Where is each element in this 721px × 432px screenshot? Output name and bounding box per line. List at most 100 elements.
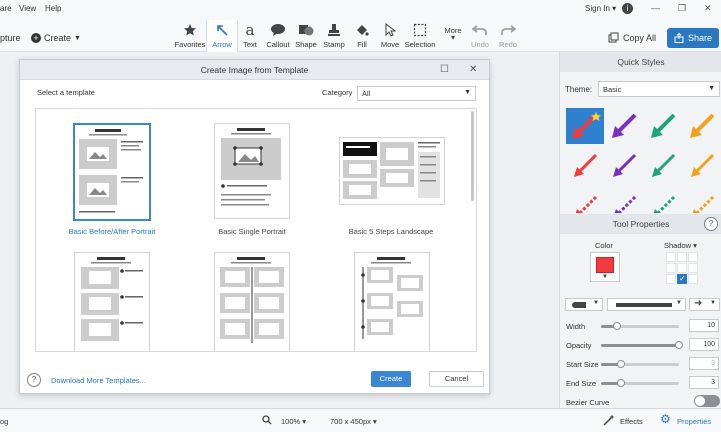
dialog-title: Create Image from Template (20, 60, 489, 80)
chevron-down-icon: ▼ (676, 300, 682, 306)
gear-icon: ⚙ (660, 412, 671, 426)
start-size-slider[interactable] (601, 360, 679, 368)
style-swatch[interactable] (566, 108, 604, 144)
style-swatch[interactable] (605, 188, 643, 213)
properties-button[interactable]: Properties (677, 417, 711, 426)
close-window-icon[interactable]: ✕ (704, 3, 712, 14)
capture-button[interactable]: pture (0, 33, 21, 43)
template-thumbnail (214, 252, 290, 351)
minimize-icon[interactable]: — (651, 3, 660, 13)
theme-select[interactable]: Basic ▼ (598, 81, 720, 97)
color-picker[interactable]: ▼ (590, 252, 620, 282)
tool-properties-header: Tool Properties (560, 214, 721, 234)
style-swatch[interactable] (683, 108, 721, 144)
category-label: Category (322, 88, 353, 97)
tool-favorites[interactable]: Favorites (174, 20, 206, 52)
toggle-knob (695, 396, 705, 406)
theme-label: Theme: (565, 85, 593, 94)
create-button[interactable]: + Create ▼ (31, 33, 81, 43)
color-label: Color (595, 241, 613, 250)
selected-color-swatch (596, 257, 614, 273)
shadow-label[interactable]: Shadow ▾ (664, 241, 697, 250)
slider-knob[interactable] (616, 360, 625, 368)
copy-all-button[interactable]: Copy All (608, 32, 656, 43)
tool-label: Move (380, 40, 400, 49)
slider-knob[interactable] (616, 379, 625, 387)
style-swatch[interactable] (683, 188, 721, 213)
template-thumbnail (214, 123, 290, 219)
tool-label: Selection (404, 40, 436, 49)
close-dialog-icon[interactable]: ✕ (469, 64, 477, 75)
menu-view[interactable]: View (19, 4, 36, 13)
style-swatch[interactable] (566, 148, 604, 184)
chevron-down-icon: ▼ (708, 85, 715, 92)
template-thumbnail (339, 137, 445, 205)
help-icon[interactable]: ? (704, 217, 718, 231)
line-style-dropdown[interactable]: ▼ (607, 298, 686, 311)
start-size-input[interactable]: 3 (689, 357, 719, 370)
search-icon[interactable] (262, 415, 272, 427)
width-slider[interactable] (601, 322, 679, 330)
cancel-button[interactable]: Cancel (429, 371, 484, 387)
end-size-input[interactable]: 3 (689, 376, 719, 389)
tool-move[interactable]: Move (374, 20, 406, 52)
style-swatch[interactable] (644, 148, 682, 184)
style-swatch[interactable] (605, 148, 643, 184)
style-swatch[interactable] (605, 108, 643, 144)
shadow-direction-grid[interactable]: ✓ (666, 252, 699, 285)
tool-redo[interactable]: Redo (492, 20, 524, 52)
create-label: Create (44, 33, 72, 43)
create-from-template-dialog: Create Image from Template ☐ ✕ Select a … (19, 59, 490, 394)
star-icon (174, 20, 206, 40)
tool-label: Favorites (174, 40, 206, 49)
line-start-icon (572, 302, 586, 308)
zoom-dropdown[interactable]: 100% ▾ (281, 417, 306, 426)
menu-bar: are View Help Sign In ▾ i — ❐ ✕ (0, 0, 721, 18)
category-select[interactable]: All ▼ (357, 86, 476, 101)
checkmark-icon[interactable]: ✓ (677, 274, 687, 284)
slider-fill (601, 344, 679, 347)
effects-icon (603, 414, 615, 428)
help-icon[interactable]: ? (27, 373, 41, 387)
end-size-label: End Size (566, 379, 597, 388)
share-button[interactable]: Share (667, 28, 719, 48)
end-size-slider[interactable] (601, 379, 679, 387)
scrollbar[interactable] (471, 111, 474, 201)
restore-icon[interactable]: ❐ (678, 3, 686, 14)
plus-circle-icon: + (31, 33, 41, 43)
menu-help[interactable]: Help (45, 4, 61, 13)
opacity-input[interactable]: 100 (689, 338, 719, 351)
slider-knob[interactable] (612, 322, 621, 330)
arrow-end-style-dropdown[interactable]: ➜ ▼ (689, 298, 720, 311)
bezier-curve-toggle[interactable] (694, 395, 720, 407)
opacity-slider[interactable] (601, 341, 683, 349)
style-swatch[interactable] (683, 148, 721, 184)
share-icon (674, 33, 684, 43)
chevron-down-icon: ▼ (602, 274, 608, 280)
template-grid[interactable]: Basic Before/After Portrait Basic Single… (35, 108, 477, 352)
tool-selection[interactable]: Selection (404, 20, 436, 52)
maximize-icon[interactable]: ☐ (440, 64, 449, 75)
category-value: All (362, 89, 371, 98)
copy-icon (608, 32, 619, 43)
opacity-label: Opacity (566, 341, 592, 350)
arrow-head-icon: ➜ (694, 298, 703, 309)
sign-in-link[interactable]: Sign In ▾ (585, 4, 616, 13)
properties-panel: Quick Styles Theme: Basic ▼ Tool Propert… (559, 52, 721, 408)
width-input[interactable]: 10 (689, 319, 719, 332)
effects-button[interactable]: Effects (620, 417, 643, 426)
slider-knob[interactable] (675, 341, 683, 349)
download-more-templates-link[interactable]: Download More Templates... (51, 376, 146, 385)
quick-styles-header: Quick Styles (560, 52, 721, 72)
style-swatch[interactable] (644, 188, 682, 213)
style-swatch[interactable] (644, 108, 682, 144)
style-swatch[interactable] (566, 188, 604, 213)
bezier-curve-label: Bezier Curve (566, 398, 610, 407)
status-bar: og 100% ▾ 700 x 450px ▾ Effects ⚙ Proper… (0, 408, 721, 432)
dimensions-dropdown[interactable]: 700 x 450px ▾ (330, 417, 377, 426)
quick-styles-grid (566, 106, 721, 213)
create-button[interactable]: Create (371, 371, 411, 387)
menu-share[interactable]: are (0, 4, 12, 13)
arrow-start-style-dropdown[interactable]: ▼ (565, 298, 603, 311)
info-icon[interactable]: i (622, 3, 633, 14)
